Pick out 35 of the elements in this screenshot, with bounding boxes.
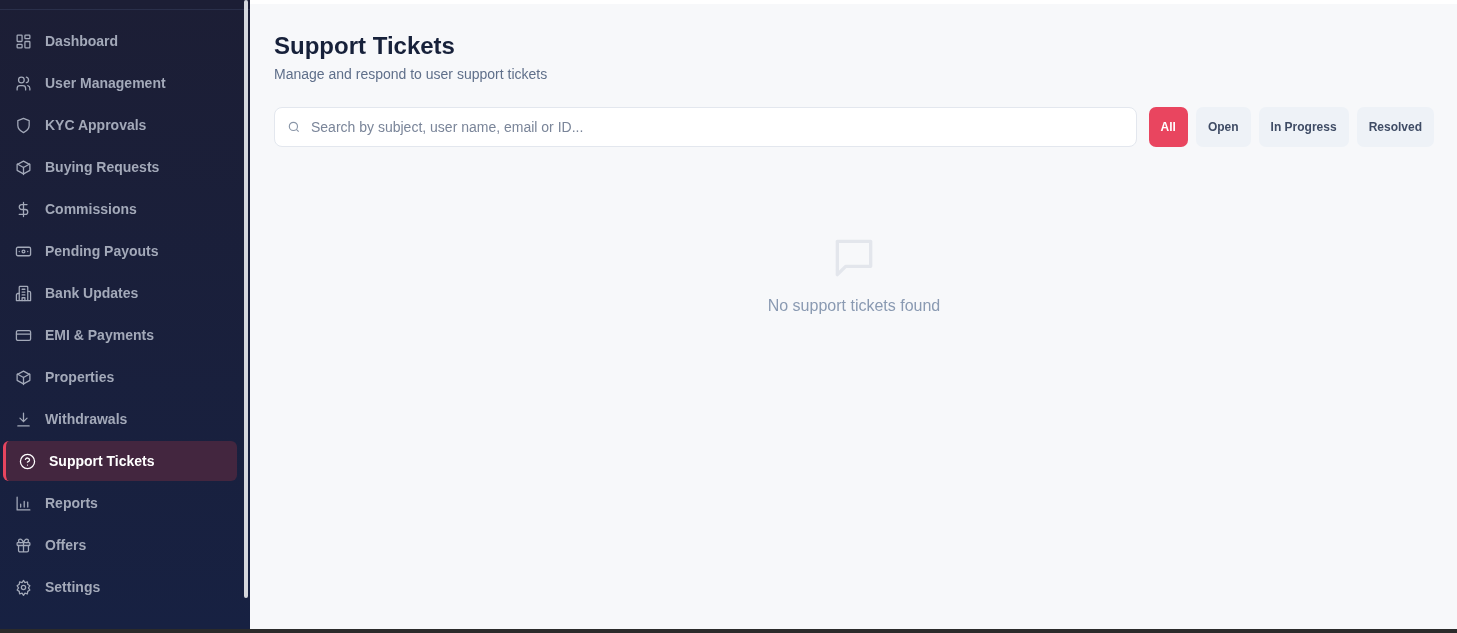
page-title: Support Tickets <box>274 31 456 61</box>
sidebar-item[interactable]: User Management <box>3 63 225 103</box>
help-icon <box>19 452 36 470</box>
scrollbar[interactable] <box>244 0 248 598</box>
sidebar-item[interactable]: Offers <box>3 525 225 565</box>
sidebar-item[interactable]: Bank Updates <box>3 273 225 313</box>
building-icon <box>15 284 32 302</box>
sidebar-item[interactable]: Pending Payouts <box>3 231 225 271</box>
search-icon <box>287 120 301 134</box>
filter-tab[interactable]: All <box>1148 107 1188 147</box>
users-icon <box>15 74 32 92</box>
sidebar-item[interactable]: Buying Requests <box>3 147 225 187</box>
gear-icon <box>15 578 32 596</box>
sidebar-item[interactable]: Withdrawals <box>3 399 225 439</box>
sidebar-item[interactable]: Reports <box>3 483 225 523</box>
sidebar-item[interactable]: KYC Approvals <box>3 105 225 145</box>
gift-icon <box>15 536 32 554</box>
box-icon <box>15 368 32 386</box>
grid-icon <box>15 32 32 50</box>
filter-tab[interactable]: Resolved <box>1356 107 1434 147</box>
page-subtitle: Manage and respond to user support tickets <box>274 66 549 82</box>
filter-tab[interactable]: Open <box>1195 107 1251 147</box>
empty-message: No support tickets found <box>767 297 941 315</box>
sidebar-item[interactable]: Commissions <box>3 189 225 229</box>
filter-tab[interactable]: In Progress <box>1258 107 1349 147</box>
box-icon <box>15 158 32 176</box>
download-icon <box>15 410 32 428</box>
sidebar-item[interactable]: Support Tickets <box>3 441 237 481</box>
sidebar-item[interactable]: Properties <box>3 357 225 397</box>
search-field[interactable]: Search by subject, user name, email or ID... <box>274 107 1137 147</box>
sidebar-item[interactable]: EMI & Payments <box>3 315 225 355</box>
sidebar-item[interactable]: Dashboard <box>3 21 225 61</box>
bar-chart-icon <box>15 494 32 512</box>
shield-icon <box>15 116 32 134</box>
sidebar-item[interactable]: Settings <box>3 567 225 607</box>
